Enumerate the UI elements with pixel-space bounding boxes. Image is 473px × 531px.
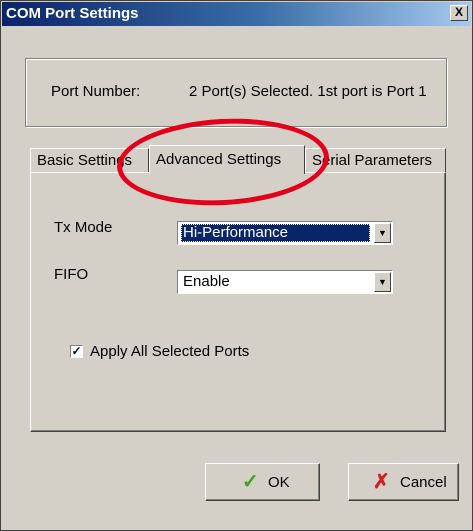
apply-all-label[interactable]: Apply All Selected Ports bbox=[90, 343, 249, 360]
tx-mode-select[interactable]: Hi-Performance ▼ bbox=[177, 221, 393, 245]
checkmark-icon: ✓ bbox=[242, 471, 259, 493]
fifo-value: Enable bbox=[183, 273, 230, 290]
cancel-button[interactable]: ✗ Cancel bbox=[348, 463, 459, 501]
tx-mode-value: Hi-Performance bbox=[181, 224, 370, 242]
port-number-label: Port Number: bbox=[51, 83, 141, 100]
x-icon: ✗ bbox=[373, 471, 390, 493]
cancel-label: Cancel bbox=[400, 474, 447, 491]
title-bar[interactable]: COM Port Settings X bbox=[2, 2, 471, 26]
port-number-panel: Port Number: 2 Port(s) Selected. 1st por… bbox=[25, 58, 447, 127]
fifo-select[interactable]: Enable ▼ bbox=[177, 270, 393, 294]
fifo-label: FIFO bbox=[54, 266, 89, 283]
ok-label: OK bbox=[268, 474, 290, 491]
tx-mode-label: Tx Mode bbox=[54, 219, 113, 236]
advanced-settings-panel bbox=[30, 172, 446, 432]
ok-button[interactable]: ✓ OK bbox=[205, 463, 320, 501]
window-title: COM Port Settings bbox=[6, 5, 139, 22]
close-button[interactable]: X bbox=[450, 5, 468, 21]
port-number-value: 2 Port(s) Selected. 1st port is Port 1 bbox=[189, 83, 427, 100]
com-port-settings-dialog: COM Port Settings X Port Number: 2 Port(… bbox=[0, 0, 473, 531]
chevron-down-icon[interactable]: ▼ bbox=[374, 223, 391, 243]
chevron-down-icon[interactable]: ▼ bbox=[374, 272, 391, 292]
apply-all-checkbox[interactable]: ✓ bbox=[70, 345, 83, 358]
